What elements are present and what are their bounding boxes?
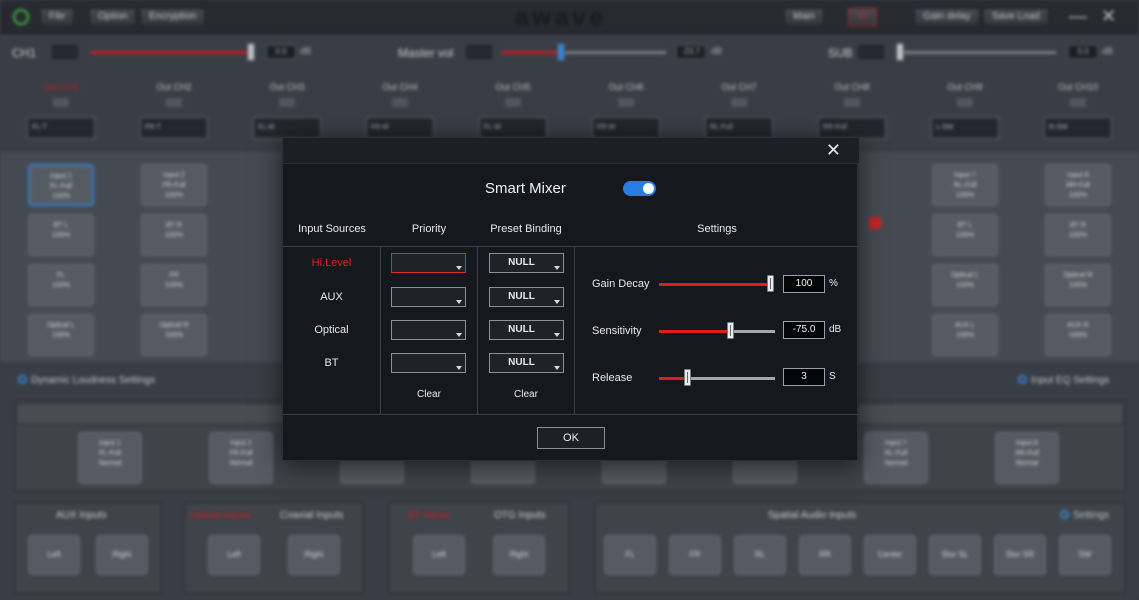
chevron-down-icon	[456, 266, 462, 270]
priority-dropdown-hi-level[interactable]	[391, 253, 466, 273]
preset-value: NULL	[508, 291, 535, 302]
toggle-knob	[643, 183, 654, 194]
priority-dropdown-aux[interactable]	[391, 287, 466, 307]
settings-header: Settings	[697, 223, 737, 235]
source-bt[interactable]: BT	[283, 357, 380, 369]
preset-value: NULL	[508, 257, 535, 268]
priority-dropdown-bt[interactable]	[391, 353, 466, 373]
preset-dropdown-aux[interactable]: NULL	[489, 287, 564, 307]
preset-dropdown-hi-level[interactable]: NULL	[489, 253, 564, 273]
gain-decay-unit: %	[829, 278, 838, 289]
preset-dropdown-bt[interactable]: NULL	[489, 353, 564, 373]
preset-value: NULL	[508, 324, 535, 335]
footer-divider	[283, 414, 859, 415]
sensitivity-unit: dB	[829, 324, 842, 335]
priority-dropdown-optical[interactable]	[391, 320, 466, 340]
slider-fill	[659, 330, 731, 333]
ok-button[interactable]: OK	[537, 427, 605, 449]
gain-decay-input[interactable]: 100	[783, 275, 825, 293]
preset-value: NULL	[508, 357, 535, 368]
priority-header: Priority	[411, 223, 447, 235]
smart-mixer-dialog: ✕ Smart Mixer Input Sources Priority Pre…	[282, 137, 859, 461]
clear-priority-button[interactable]: Clear	[381, 389, 477, 400]
smart-mixer-toggle[interactable]	[623, 181, 656, 196]
sensitivity-label: Sensitivity	[592, 325, 642, 337]
source-aux[interactable]: AUX	[283, 291, 380, 303]
gain-decay-thumb[interactable]	[767, 275, 774, 292]
chevron-down-icon	[554, 333, 560, 337]
chevron-down-icon	[456, 333, 462, 337]
preset-dropdown-optical[interactable]: NULL	[489, 320, 564, 340]
dialog-close-icon[interactable]: ✕	[826, 141, 841, 159]
dialog-titlebar	[283, 138, 859, 164]
preset-binding-header: Preset Binding	[490, 223, 562, 235]
slider-fill	[659, 283, 771, 286]
sensitivity-slider[interactable]	[659, 330, 775, 333]
column-divider	[574, 247, 575, 414]
sensitivity-thumb[interactable]	[727, 322, 734, 339]
release-thumb[interactable]	[684, 369, 691, 386]
sensitivity-input[interactable]: -75.0	[783, 321, 825, 339]
chevron-down-icon	[456, 366, 462, 370]
chevron-down-icon	[456, 300, 462, 304]
release-label: Release	[592, 372, 633, 384]
chevron-down-icon	[554, 366, 560, 370]
release-slider[interactable]	[659, 377, 775, 380]
clear-preset-button[interactable]: Clear	[478, 389, 574, 400]
gain-decay-label: Gain Decay	[592, 278, 650, 290]
source-optical[interactable]: Optical	[283, 324, 380, 336]
chevron-down-icon	[554, 300, 560, 304]
gain-decay-slider[interactable]	[659, 283, 771, 286]
release-input[interactable]: 3	[783, 368, 825, 386]
chevron-down-icon	[554, 266, 560, 270]
release-unit: S	[829, 371, 836, 382]
input-sources-header: Input Sources	[298, 223, 366, 235]
dialog-title: Smart Mixer	[485, 180, 566, 197]
header-divider	[283, 246, 859, 247]
source-hi-level[interactable]: Hi.Level	[283, 257, 380, 269]
